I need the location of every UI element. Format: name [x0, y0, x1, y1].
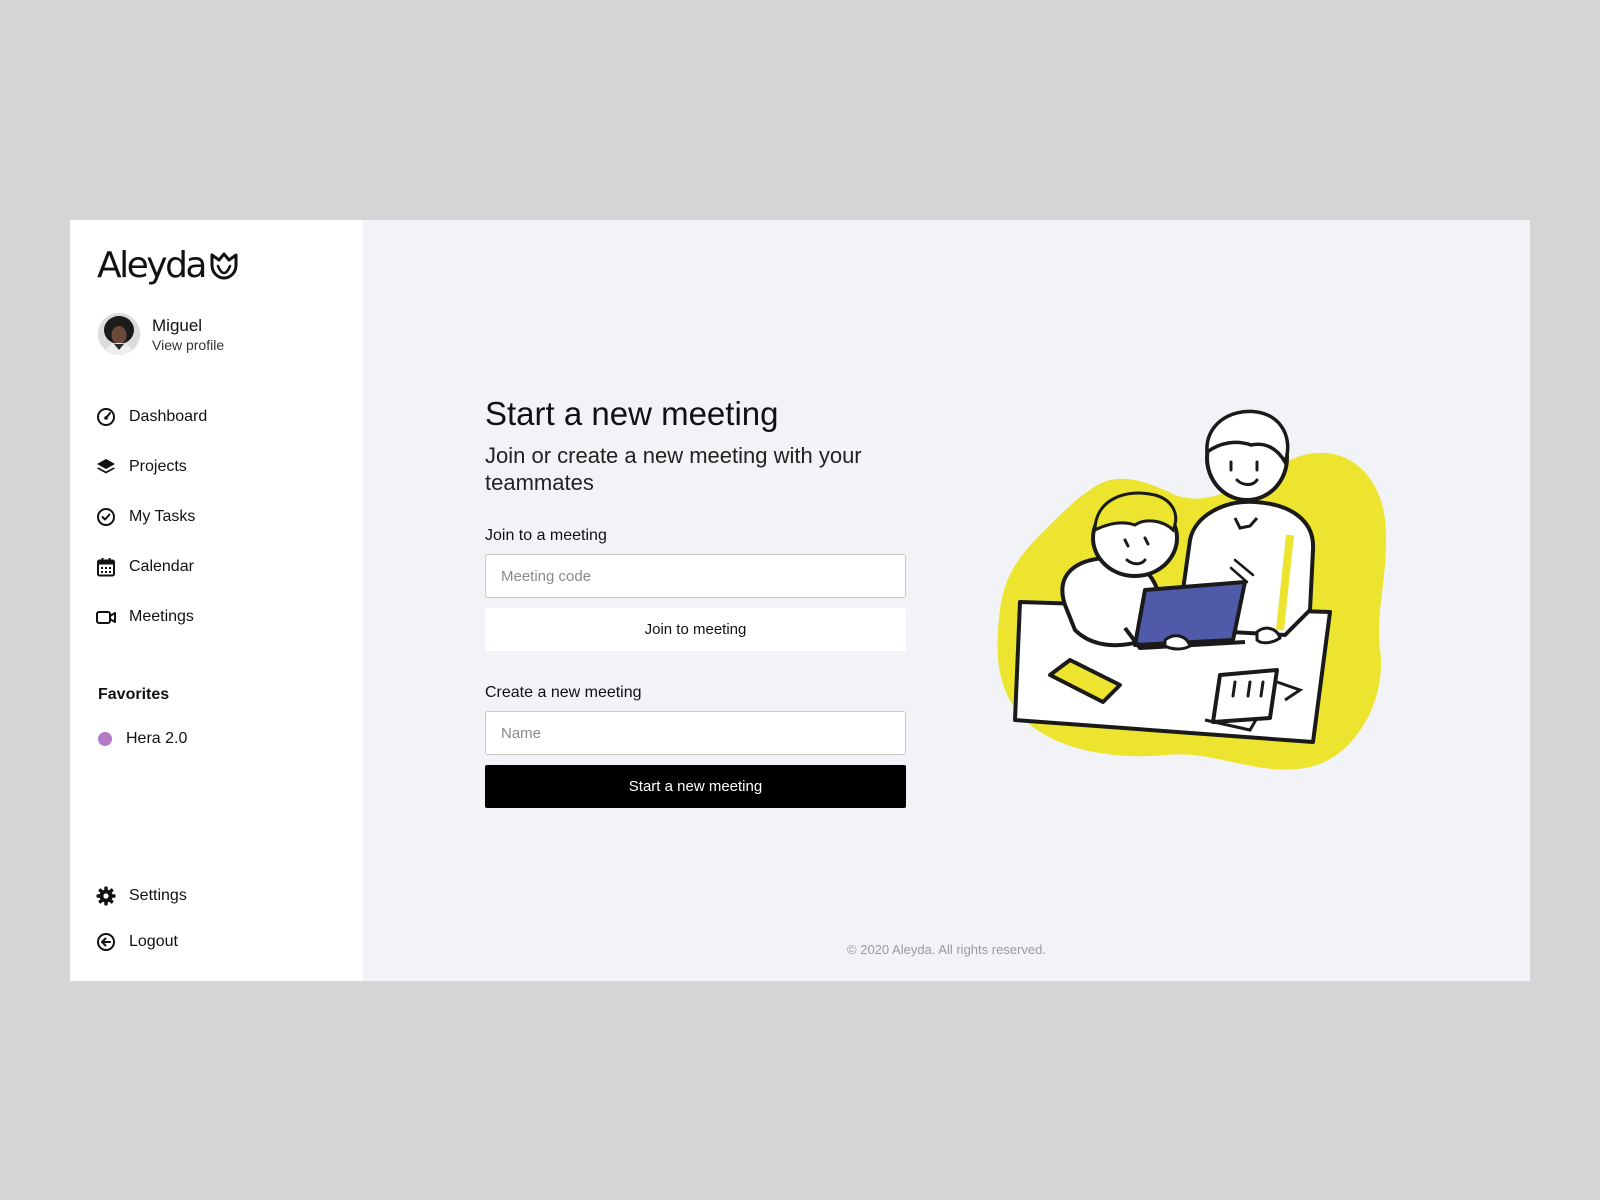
nav-item-my-tasks[interactable]: My Tasks: [96, 492, 207, 542]
join-meeting-button[interactable]: Join to meeting: [485, 608, 906, 651]
user-name: Miguel: [152, 315, 203, 335]
nav-item-dashboard[interactable]: Dashboard: [96, 392, 207, 442]
nav-item-meetings[interactable]: Meetings: [96, 592, 207, 642]
nav-label: Dashboard: [129, 408, 208, 425]
nav-item-logout[interactable]: Logout: [96, 919, 187, 965]
video-camera-icon: [96, 607, 116, 627]
nav-item-settings[interactable]: Settings: [96, 873, 187, 919]
favorite-color-dot: [98, 732, 112, 746]
nav-label: My Tasks: [129, 508, 196, 525]
nav-label: Logout: [129, 933, 178, 950]
join-section-label: Join to a meeting: [485, 527, 607, 544]
nav-item-calendar[interactable]: Calendar: [96, 542, 207, 592]
meeting-form: Start a new meeting Join or create a new…: [485, 394, 906, 808]
favorites-heading: Favorites: [98, 686, 170, 703]
check-circle-icon: [96, 507, 116, 527]
logo[interactable]: Aleyda: [97, 248, 239, 284]
footer-copyright: © 2020 Aleyda. All rights reserved.: [847, 942, 1046, 957]
favorite-item-hera[interactable]: Hera 2.0: [98, 730, 187, 748]
view-profile-link[interactable]: View profile: [152, 336, 224, 354]
page-title: Start a new meeting: [485, 395, 779, 432]
logo-text: Aleyda: [97, 245, 208, 286]
nav-label: Calendar: [129, 558, 194, 575]
calendar-icon: [96, 557, 116, 577]
main-nav: Dashboard Projects My Tasks Calendar Mee…: [96, 392, 207, 642]
bottom-nav: Settings Logout: [96, 873, 187, 965]
gauge-icon: [96, 407, 116, 427]
meeting-name-input[interactable]: [485, 711, 906, 755]
nav-label: Meetings: [129, 608, 194, 625]
nav-item-projects[interactable]: Projects: [96, 442, 207, 492]
app-window: Aleyda Miguel View profile Dashboard Pro…: [70, 220, 1530, 981]
layers-icon: [96, 457, 116, 477]
meeting-code-input[interactable]: [485, 554, 906, 598]
page-subtitle: Join or create a new meeting with your t…: [485, 443, 862, 495]
favorite-label: Hera 2.0: [126, 730, 188, 747]
create-section-label: Create a new meeting: [485, 684, 642, 701]
tulip-icon: [210, 252, 238, 280]
user-profile[interactable]: Miguel View profile: [98, 313, 224, 355]
nav-label: Projects: [129, 458, 187, 475]
teammates-illustration: [997, 409, 1387, 770]
sidebar: Aleyda Miguel View profile Dashboard Pro…: [70, 220, 363, 981]
start-meeting-button[interactable]: Start a new meeting: [485, 765, 906, 808]
gear-icon: [96, 886, 116, 906]
nav-label: Settings: [129, 887, 187, 904]
avatar: [98, 313, 140, 355]
logout-icon: [96, 932, 116, 952]
main-content: Start a new meeting Join or create a new…: [363, 220, 1530, 981]
